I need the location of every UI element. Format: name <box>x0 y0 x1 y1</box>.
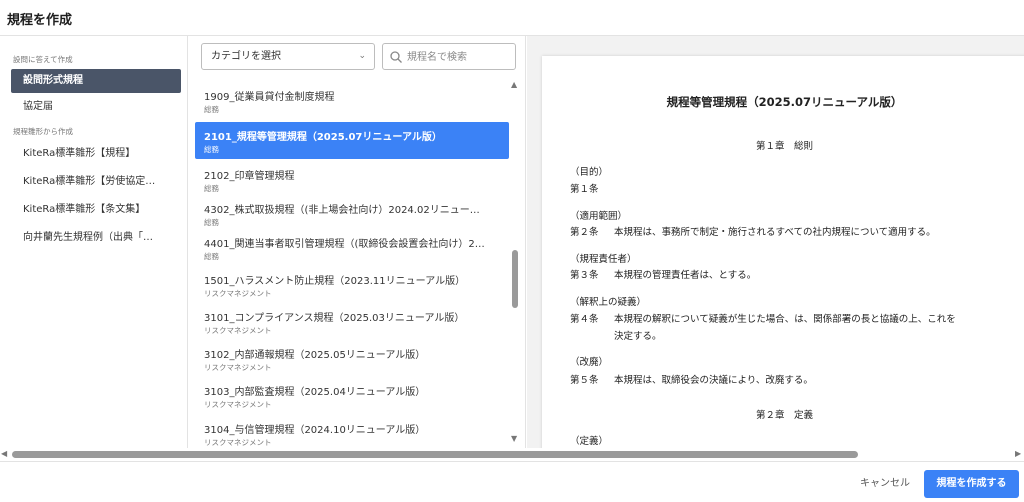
article-heading: （定義） <box>570 436 609 447</box>
scroll-up-arrow-icon[interactable]: ▲ <box>511 80 517 89</box>
horizontal-scrollbar[interactable]: ◀ ▶ <box>0 448 1024 460</box>
create-rule-button[interactable]: 規程を作成する <box>924 470 1019 498</box>
list-item-category: リスクマネジメント <box>204 289 272 298</box>
list-item-title: 1909_従業員貸付金制度規程 <box>204 92 335 103</box>
article-number: 第２条 <box>570 227 599 238</box>
article-line: 第５条 本規程は、取締役会の決議により、改廃する。 <box>570 372 813 386</box>
cancel-button[interactable]: キャンセル <box>850 473 920 495</box>
section-label-questions: 設問に答えて作成 <box>13 55 73 64</box>
document-title: 規程等管理規程（2025.07リニューアル版） <box>666 95 903 109</box>
article-heading: （適用範囲） <box>570 211 628 222</box>
list-item[interactable]: 3103_内部監査規程（2025.04リニューアル版） リスクマネジメント <box>195 377 509 414</box>
list-item-title: 3101_コンプライアンス規程（2025.03リニューアル版） <box>204 313 465 324</box>
scrollbar-thumb[interactable] <box>512 250 518 308</box>
scroll-left-arrow-icon[interactable]: ◀ <box>1 449 7 458</box>
list-item-category: 総務 <box>204 145 219 154</box>
article-heading: （解釈上の疑義） <box>570 297 647 308</box>
article-number: 第５条 <box>570 375 599 386</box>
sidebar-item-question-form[interactable]: 設問形式規程 <box>11 69 181 93</box>
list-item-category: 総務 <box>204 218 219 227</box>
dialog-body: 設問に答えて作成 設問形式規程 協定届 規程雛形から作成 KiteRa標準雛形【… <box>0 36 1024 448</box>
list-item[interactable]: 4302_株式取扱規程（(非上場会社向け）2024.02リニュー… 総務 <box>195 195 509 232</box>
dialog-footer: キャンセル 規程を作成する <box>0 461 1024 502</box>
list-item-category: 総務 <box>204 105 219 114</box>
list-item-category: リスクマネジメント <box>204 400 272 409</box>
sidebar-item-mukai[interactable]: 向井蘭先生規程例（出典「… <box>11 226 181 250</box>
article-number: 第１条 <box>570 184 599 195</box>
preview-pane: 規程等管理規程（2025.07リニューアル版） 第１章 総則 （目的） 第１条 … <box>527 36 1024 448</box>
list-item-category: リスクマネジメント <box>204 326 272 335</box>
template-list-pane: カテゴリを選択 ⌄ 1909_従業員貸付金制度規程 総務 2101_規程等管理規… <box>189 36 526 448</box>
article-number: 第４条 <box>570 314 599 325</box>
list-scrollbar[interactable]: ▲ ▼ <box>509 80 521 448</box>
search-box[interactable] <box>382 43 516 70</box>
list-item-title: 3104_与信管理規程（2024.10リニューアル版） <box>204 425 426 436</box>
article-line: 第４条 本規程の解釈について疑義が生じた場合、は、関係部署の長と協議の上、これを <box>570 311 956 325</box>
article-text-continued: 決定する。 <box>614 331 662 342</box>
list-item[interactable]: 3101_コンプライアンス規程（2025.03リニューアル版） リスクマネジメン… <box>195 303 509 340</box>
scroll-down-arrow-icon[interactable]: ▼ <box>511 434 517 443</box>
list-item-category: リスクマネジメント <box>204 438 272 447</box>
article-line: 第３条 本規程の管理責任者は、とする。 <box>570 267 756 281</box>
sidebar-item-kitera-rules[interactable]: KiteRa標準雛形【規程】 <box>11 142 181 166</box>
list-item-category: 総務 <box>204 184 219 193</box>
list-item[interactable]: 1909_従業員貸付金制度規程 総務 <box>195 82 509 119</box>
sidebar-item-kitera-articles[interactable]: KiteRa標準雛形【条文集】 <box>11 198 181 222</box>
list-item-selected[interactable]: 2101_規程等管理規程（2025.07リニューアル版） 総務 <box>195 122 509 159</box>
article-text: 本規程は、取締役会の決議により、改廃する。 <box>614 375 813 386</box>
list-item-category: 総務 <box>204 252 219 261</box>
template-list: 1909_従業員貸付金制度規程 総務 2101_規程等管理規程（2025.07リ… <box>189 82 516 448</box>
dialog-header: 規程を作成 <box>0 0 1024 36</box>
article-line: 第１条 <box>570 181 614 195</box>
article-heading: （改廃） <box>570 357 609 368</box>
list-item-title: 2101_規程等管理規程（2025.07リニューアル版） <box>204 132 442 143</box>
dialog-title: 規程を作成 <box>7 13 73 28</box>
chapter-heading: 第２章 定義 <box>755 410 813 421</box>
article-heading: （規程責任者） <box>570 254 637 265</box>
source-sidebar: 設問に答えて作成 設問形式規程 協定届 規程雛形から作成 KiteRa標準雛形【… <box>0 36 188 448</box>
horizontal-scrollbar-thumb[interactable] <box>12 451 858 458</box>
search-icon <box>390 51 402 63</box>
list-item[interactable]: 3104_与信管理規程（2024.10リニューアル版） リスクマネジメント <box>195 415 509 448</box>
category-select[interactable]: カテゴリを選択 ⌄ <box>201 43 375 70</box>
article-text: 本規程の解釈について疑義が生じた場合、は、関係部署の長と協議の上、これを <box>614 314 956 325</box>
document-preview: 規程等管理規程（2025.07リニューアル版） 第１章 総則 （目的） 第１条 … <box>542 56 1024 448</box>
scroll-right-arrow-icon[interactable]: ▶ <box>1015 449 1021 458</box>
chevron-down-icon: ⌄ <box>358 51 366 61</box>
list-item[interactable]: 1501_ハラスメント防止規程（2023.11リニューアル版） リスクマネジメン… <box>195 266 509 303</box>
list-item-title: 3103_内部監査規程（2025.04リニューアル版） <box>204 387 426 398</box>
article-line: 第２条 本規程は、事務所で制定・施行されるすべての社内規程について適用する。 <box>570 224 936 238</box>
list-item-category: リスクマネジメント <box>204 363 272 372</box>
list-item[interactable]: 4401_関連当事者取引管理規程（(取締役会設置会社向け）2… 総務 <box>195 229 509 266</box>
section-label-templates: 規程雛形から作成 <box>13 127 73 136</box>
list-item-title: 4401_関連当事者取引管理規程（(取締役会設置会社向け）2… <box>204 239 485 250</box>
search-input[interactable] <box>407 48 511 66</box>
article-text: 本規程は、事務所で制定・施行されるすべての社内規程について適用する。 <box>614 227 936 238</box>
list-item-title: 2102_印章管理規程 <box>204 171 295 182</box>
list-item[interactable]: 3102_内部通報規程（2025.05リニューアル版） リスクマネジメント <box>195 340 509 377</box>
list-item-title: 1501_ハラスメント防止規程（2023.11リニューアル版） <box>204 276 466 287</box>
article-heading: （目的） <box>570 167 609 178</box>
article-text: 本規程の管理責任者は、とする。 <box>614 270 757 281</box>
category-select-value: カテゴリを選択 <box>211 51 281 62</box>
sidebar-item-kitera-labor[interactable]: KiteRa標準雛形【労使協定… <box>11 170 181 194</box>
list-item-title: 3102_内部通報規程（2025.05リニューアル版） <box>204 350 426 361</box>
sidebar-item-agreement[interactable]: 協定届 <box>11 95 181 119</box>
article-number: 第３条 <box>570 270 599 281</box>
chapter-heading: 第１章 総則 <box>755 141 813 152</box>
list-item-title: 4302_株式取扱規程（(非上場会社向け）2024.02リニュー… <box>204 205 480 216</box>
list-item[interactable]: 2102_印章管理規程 総務 <box>195 161 509 198</box>
